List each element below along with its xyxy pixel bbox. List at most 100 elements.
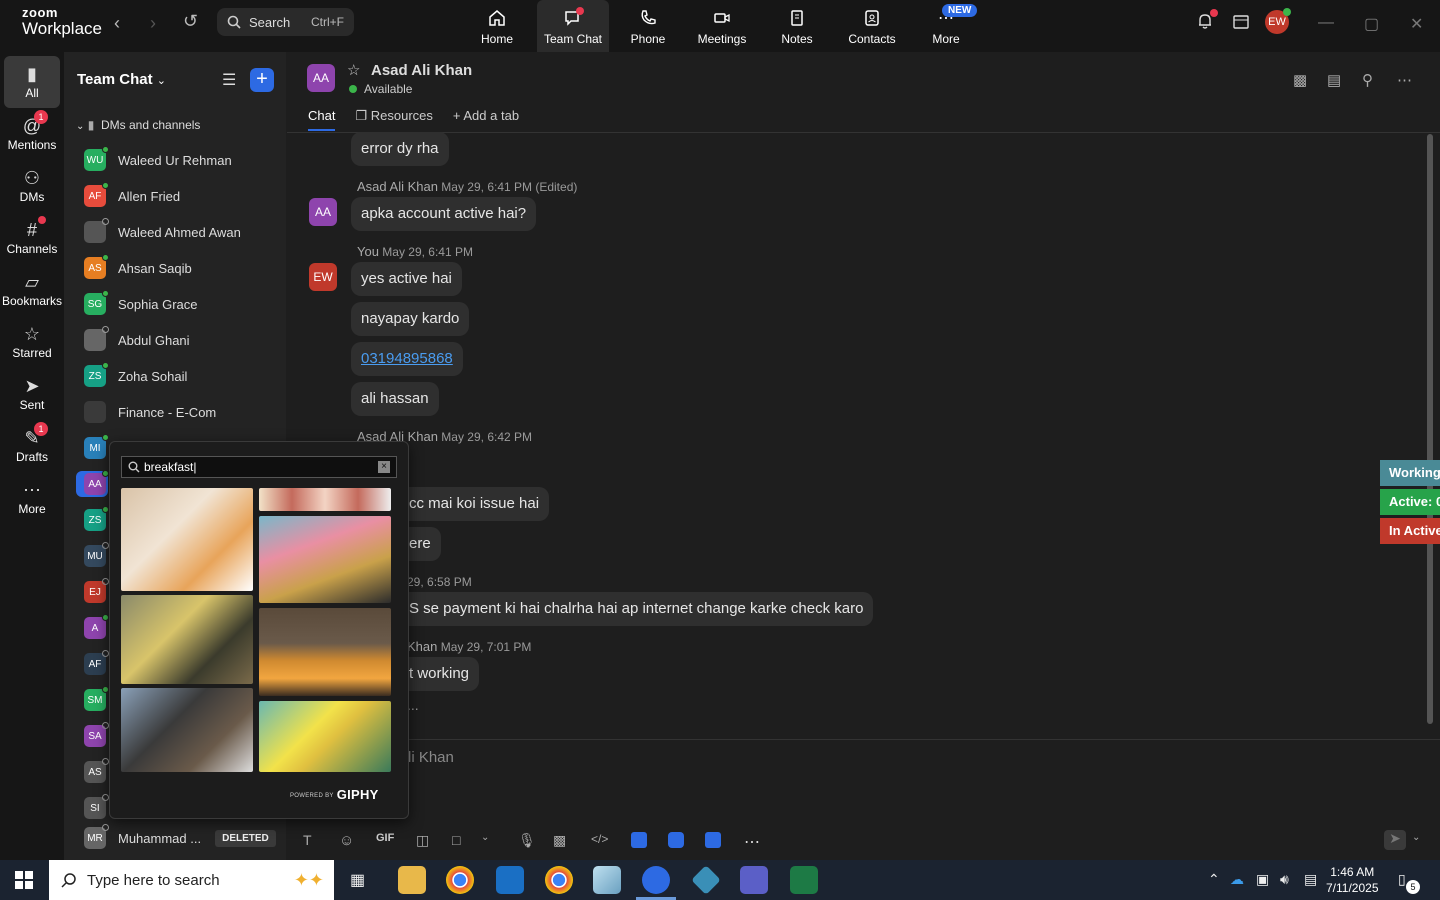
gif-result[interactable] [121,595,253,684]
send-icon[interactable]: ➤ [1384,830,1406,850]
excel-icon[interactable] [790,866,818,894]
search-input[interactable]: Search Ctrl+F [217,8,354,36]
compose-input[interactable]: li Khan [408,749,454,766]
rail-item-drafts[interactable]: ✎ Drafts [2,420,62,472]
more-tools-icon[interactable]: ⋯ [744,832,760,852]
rail-item-more[interactable]: ⋯ More [2,472,62,524]
share-screen-icon[interactable]: ▤ [1327,71,1341,89]
zoom-taskbar-icon[interactable] [642,866,670,894]
rail-item-starred[interactable]: ☆ Starred [2,316,62,368]
section-dms-channels[interactable]: ⌄ ▮ DMs and channels [76,118,200,132]
search-icon[interactable]: ⚲ [1362,71,1373,89]
send-options-icon[interactable]: ⌄ [1412,832,1420,843]
sidebar-item[interactable]: MR Muhammad ... DELETED [84,824,284,851]
forward-arrow-icon[interactable]: › [150,13,156,34]
gif-result[interactable] [259,516,391,603]
more-options-icon[interactable]: ⋯ [1397,71,1412,89]
gif-result[interactable] [121,688,253,772]
file-explorer-icon[interactable] [398,866,426,894]
contact-avatar[interactable]: AA [307,64,335,92]
phone-link[interactable]: 03194895868 [361,350,453,367]
gif-result[interactable] [259,701,391,772]
notification-center-icon[interactable]: ▯ [1398,871,1406,888]
contact-name[interactable]: Asad Ali Khan [371,62,472,79]
calendar-icon[interactable] [1232,12,1250,35]
chevron-down-icon[interactable]: ⌄ [481,832,489,843]
chevron-up-icon[interactable]: ⌃ [1208,871,1220,888]
tab-resources[interactable]: ❐ Resources [355,108,432,131]
message-bubble[interactable]: S se payment ki hai chalrha hai ap inter… [397,592,874,626]
message-bubble[interactable]: nayapay kardo [351,302,470,336]
gif-result[interactable] [121,488,253,591]
app-icon[interactable] [691,865,721,895]
app-icon-2[interactable] [668,832,684,848]
sidebar-item[interactable]: Finance - E-Com [84,399,284,425]
message-bubble[interactable]: ali hassan [351,382,439,416]
tab-chat[interactable]: Chat [308,108,336,131]
outlook-icon[interactable] [496,866,524,894]
sender-avatar[interactable]: AA [309,198,337,226]
text-format-icon[interactable]: T [303,832,312,848]
rail-item-dms[interactable]: ⚇ DMs [2,160,62,212]
security-icon[interactable]: ▣ [1256,871,1269,888]
taskbar-clock[interactable]: 1:46 AM 7/11/2025 [1326,864,1379,896]
gif-button[interactable]: GIF [376,832,394,844]
chrome-profile-icon[interactable] [545,866,573,894]
message-bubble[interactable]: yes active hai [351,262,462,296]
sidebar-item[interactable]: WU Waleed Ur Rehman [84,146,284,173]
network-icon[interactable]: ▤ [1304,871,1317,888]
volume-icon[interactable]: 🔊︎ [1280,871,1289,888]
video-call-icon[interactable]: ▩ [1293,71,1307,89]
chrome-icon[interactable] [446,866,474,894]
tab-add[interactable]: + Add a tab [453,108,519,131]
message-bubble[interactable]: apka account active hai? [351,197,537,231]
sidebar-item[interactable]: Waleed Ahmed Awan [84,218,284,245]
app-icon-3[interactable] [705,832,721,848]
rail-item-sent[interactable]: ➤ Sent [2,368,62,420]
code-snippet-icon[interactable]: </> [591,832,608,846]
screenshot-icon[interactable]: □ [452,832,460,848]
tab-notes[interactable]: Notes [761,0,833,52]
taskbar-search[interactable]: Type here to search ✦✦ [49,860,334,900]
task-view-icon[interactable]: ▦ [350,870,365,890]
sidebar-title[interactable]: Team Chat ⌄ [77,71,166,88]
teams-icon[interactable] [740,866,768,894]
video-message-icon[interactable]: ▩ [553,832,566,849]
tab-contacts[interactable]: Contacts [836,0,908,52]
windows-start-icon[interactable] [15,871,33,889]
tab-home[interactable]: Home [461,0,533,52]
file-icon[interactable]: ◫ [416,832,429,849]
my-avatar[interactable]: EW [309,263,337,291]
tab-phone[interactable]: Phone [612,0,684,52]
gif-search-input[interactable]: breakfast | × [121,456,397,478]
clear-search-icon[interactable]: × [378,461,390,473]
message-bubble[interactable]: t working [397,657,480,691]
maximize-icon[interactable]: ▢ [1364,14,1379,34]
rail-item-bookmarks[interactable]: ▱ Bookmarks [2,264,62,316]
message-bubble[interactable]: error dy rha [351,132,449,166]
tab-meetings[interactable]: Meetings [686,0,758,52]
close-icon[interactable]: ✕ [1410,14,1423,34]
sidebar-item[interactable]: SG Sophia Grace [84,290,284,317]
filter-icon[interactable]: ☰ [222,70,236,90]
gif-result[interactable] [259,488,391,511]
rail-item-all[interactable]: ▮ All [4,56,60,108]
rail-item-channels[interactable]: # Channels [2,212,62,264]
gif-result[interactable] [259,608,391,696]
sidebar-item[interactable]: AA [76,470,109,497]
sidebar-item[interactable]: AF Allen Fried [84,182,284,209]
sidebar-item[interactable]: AS Ahsan Saqib [84,254,284,281]
history-icon[interactable]: ↺ [183,11,198,32]
app-icon-1[interactable] [631,832,647,848]
onedrive-icon[interactable]: ☁ [1230,871,1244,888]
sidebar-item[interactable]: ZS Zoha Sohail [84,362,284,389]
tab-team-chat[interactable]: Team Chat [537,0,609,52]
back-arrow-icon[interactable]: ‹ [114,13,120,34]
app-icon[interactable] [593,866,621,894]
rail-item-mentions[interactable]: @ Mentions [2,108,62,160]
microphone-icon[interactable]: 🎙︎ [518,832,536,849]
new-chat-button[interactable]: + [250,68,274,92]
message-bubble[interactable]: cc mai koi issue hai [397,487,550,521]
chat-scrollbar[interactable] [1427,134,1433,724]
star-icon[interactable]: ☆ [347,61,360,79]
